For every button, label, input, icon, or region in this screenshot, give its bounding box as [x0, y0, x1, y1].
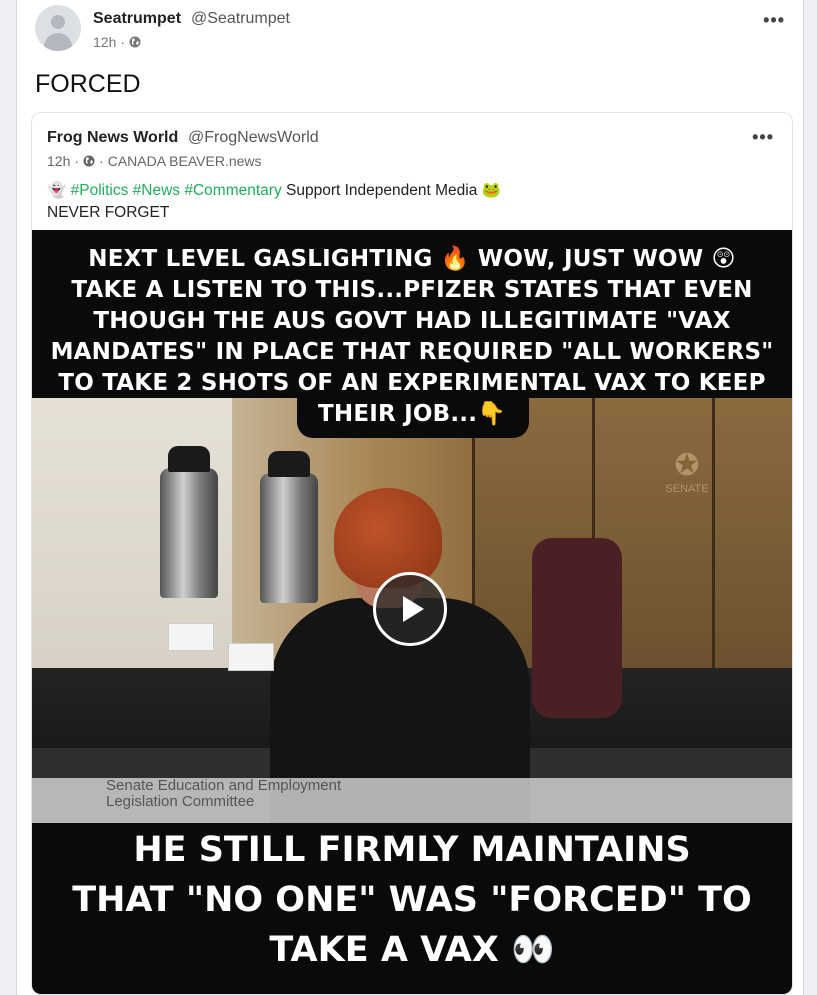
quoted-time[interactable]: 12h: [47, 153, 70, 169]
video-caption-top: NEXT LEVEL GASLIGHTING 🔥 WOW, JUST WOW 😲…: [50, 246, 774, 427]
video-caption-bottom: HE STILL FIRMLY MAINTAINS THAT "NO ONE" …: [72, 830, 752, 970]
hashtag-politics[interactable]: #Politics: [71, 182, 129, 199]
author-name[interactable]: Seatrumpet: [93, 10, 181, 28]
avatar[interactable]: [35, 5, 81, 51]
meta-separator: ·: [74, 153, 80, 169]
quoted-post[interactable]: Frog News World @FrogNewsWorld 12h · · C…: [31, 112, 793, 995]
quoted-body: 👻 #Politics #News #Commentary Support In…: [47, 180, 501, 224]
play-icon[interactable]: [373, 572, 447, 646]
quoted-meta: 12h · · CANADA BEAVER.news: [47, 153, 262, 169]
frog-emoji: 🐸: [481, 182, 501, 199]
quoted-source[interactable]: CANADA BEAVER.news: [108, 153, 262, 169]
author-handle[interactable]: @Seatrumpet: [191, 10, 290, 28]
quoted-author-handle[interactable]: @FrogNewsWorld: [188, 129, 319, 147]
hashtag-commentary[interactable]: #Commentary: [184, 182, 281, 199]
crest-emblem: ✪ SENATE: [652, 448, 722, 508]
post-card: Seatrumpet @Seatrumpet 12h · ••• FORCED …: [16, 0, 804, 995]
meta-separator: ·: [99, 153, 104, 169]
video-player[interactable]: ✪ SENATE Senate Education and Employment…: [32, 230, 792, 994]
globe-icon: [83, 155, 95, 167]
crest-text: SENATE: [665, 483, 709, 495]
meta-separator: ·: [120, 34, 126, 50]
post-time[interactable]: 12h: [93, 34, 116, 50]
globe-icon: [129, 36, 141, 48]
quoted-author-name[interactable]: Frog News World: [47, 129, 178, 147]
post-text: FORCED: [35, 70, 141, 98]
body-suffix: Support Independent Media: [286, 182, 478, 199]
committee-banner: Senate Education and Employment Legislat…: [106, 777, 342, 810]
post-meta: 12h ·: [93, 34, 141, 50]
ghost-emoji: 👻: [47, 182, 67, 199]
body-line2: NEVER FORGET: [47, 204, 170, 221]
hashtag-news[interactable]: #News: [133, 182, 180, 199]
speaker: [270, 488, 530, 823]
quoted-more-options-icon[interactable]: •••: [752, 127, 774, 148]
more-options-icon[interactable]: •••: [763, 10, 785, 31]
